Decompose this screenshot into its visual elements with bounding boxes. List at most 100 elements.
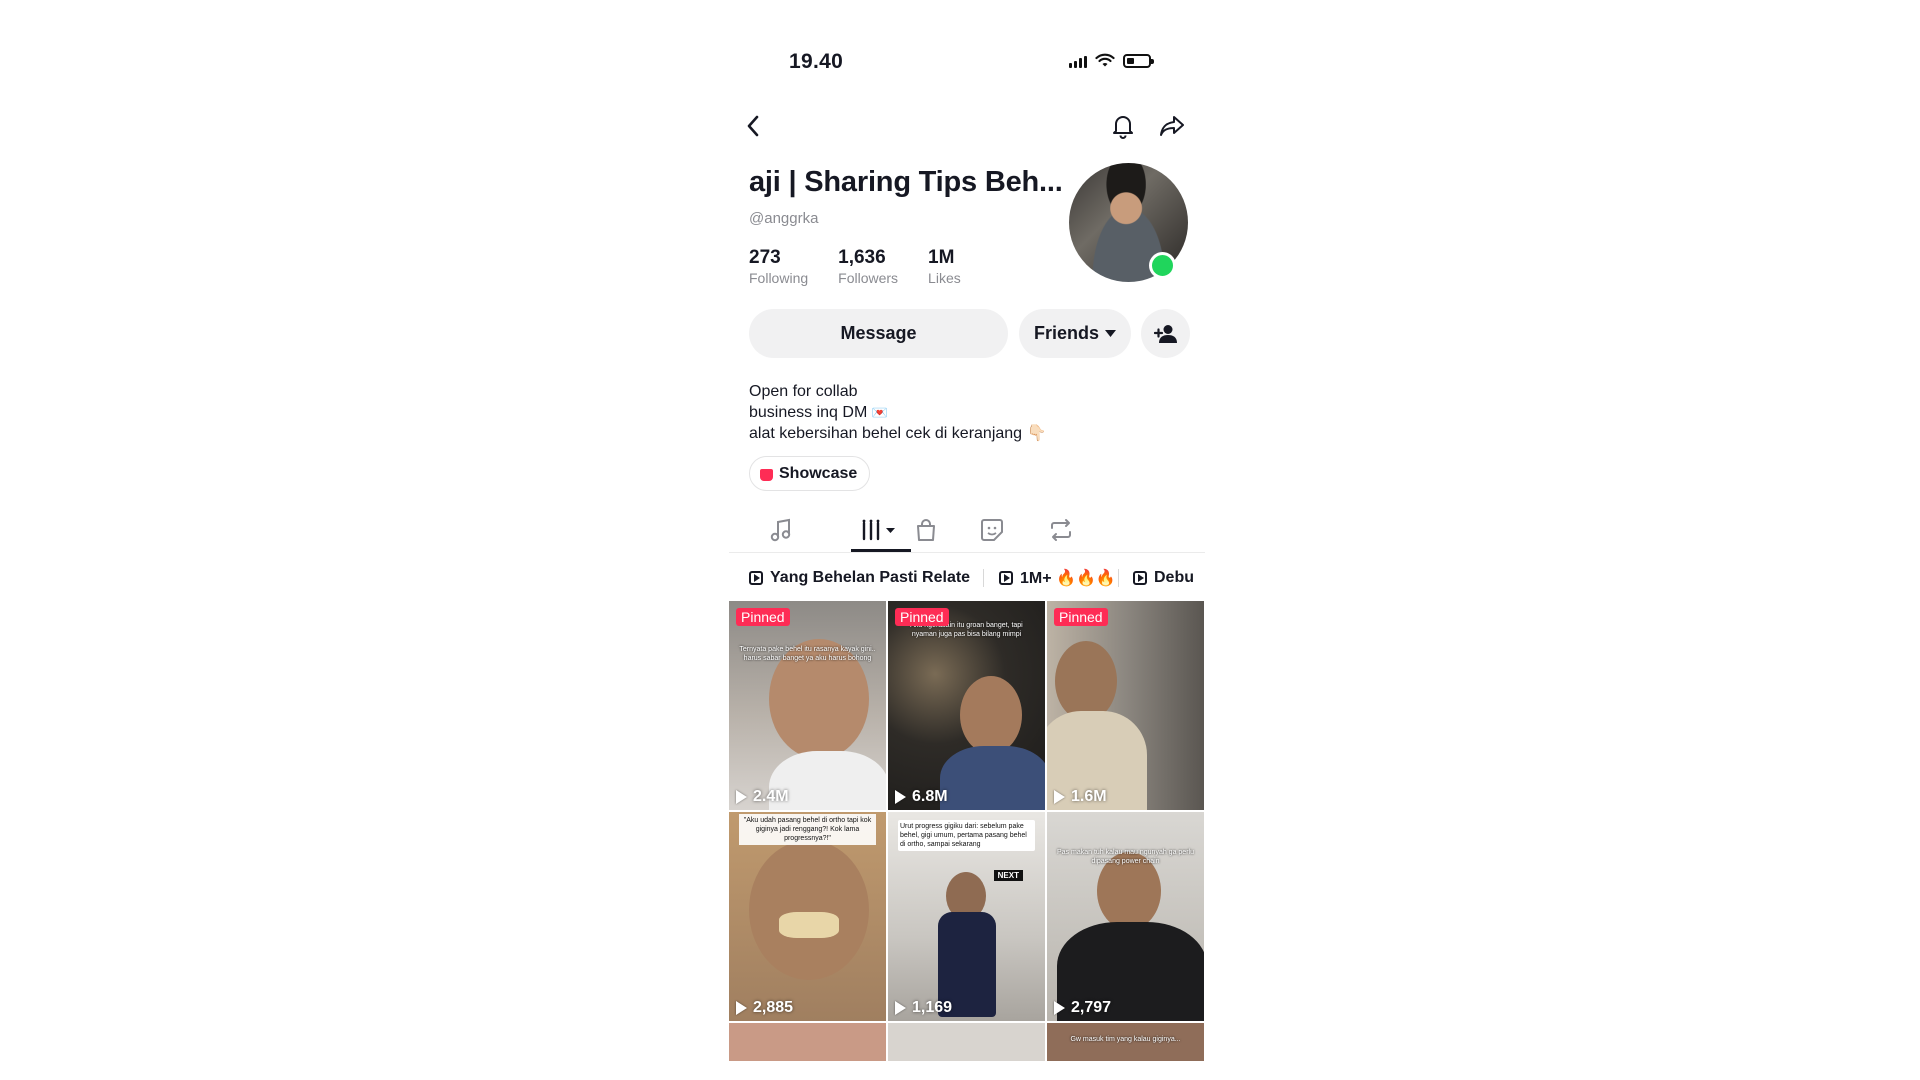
pinned-badge: Pinned (895, 608, 949, 626)
play-icon (1054, 790, 1065, 804)
add-user-icon (1153, 324, 1177, 343)
view-count: 1.6M (1054, 788, 1107, 806)
view-count-value: 2,885 (753, 999, 794, 1016)
tab-music[interactable] (756, 508, 806, 552)
showcase-label: Showcase (779, 464, 858, 482)
playlist-item[interactable]: Debu (1133, 564, 1194, 592)
bio-text: business inq DM (749, 404, 868, 421)
playlist-icon (749, 571, 763, 585)
video-caption: Ternyata pake behel itu rasanya kayak gi… (739, 646, 876, 662)
play-icon (736, 790, 747, 804)
display-name: aji | Sharing Tips Beh... (749, 166, 1063, 198)
message-button[interactable]: Message (749, 309, 1008, 358)
video-thumbnail[interactable]: Gw masuk tim yang kalau giginya... (1047, 1023, 1204, 1061)
playlist-icon (999, 571, 1013, 585)
tab-stickers[interactable] (967, 508, 1017, 552)
video-caption: Gw masuk tim yang kalau giginya... (1070, 1036, 1181, 1043)
stat-label: Likes (928, 270, 961, 286)
pinned-badge: Pinned (1054, 608, 1108, 626)
online-status-dot (1149, 252, 1176, 279)
love-letter-emoji: 💌 (871, 405, 888, 420)
bio-line: business inq DM 💌 (749, 402, 1046, 423)
stat-value: 1,636 (838, 247, 886, 268)
back-button[interactable] (735, 108, 771, 144)
stat-followers[interactable]: 1,636 Followers (838, 247, 898, 287)
playlist-label: 1M+ 🔥🔥🔥 (1020, 570, 1116, 587)
playlist-label: Yang Behelan Pasti Relate (770, 569, 971, 586)
play-icon (736, 1001, 747, 1015)
videos-grid-icon (862, 519, 895, 541)
bell-icon (1113, 116, 1133, 139)
wifi-icon (1095, 53, 1115, 67)
video-thumbnail[interactable]: Pinned 1.6M (1047, 601, 1204, 810)
playlist-item[interactable]: 1M+ 🔥🔥🔥 (999, 564, 1116, 592)
stat-value: 1M (928, 247, 955, 268)
video-thumbnail[interactable]: Urut progress gigiku dari: sebelum pake … (888, 812, 1045, 1021)
video-thumbnail[interactable] (729, 1023, 886, 1061)
video-thumbnail[interactable]: Ternyata pake behel itu rasanya kayak gi… (729, 601, 886, 810)
share-arrow-icon (1160, 116, 1184, 136)
stat-label: Following (749, 270, 809, 286)
view-count: 2,885 (736, 999, 793, 1017)
play-icon (1054, 1001, 1065, 1015)
video-caption: "Aku udah pasang behel di ortho tapi kok… (739, 814, 876, 845)
playlist-icon (1133, 571, 1147, 585)
sticker-icon (981, 519, 1003, 541)
bio: Open for collab business inq DM 💌 alat k… (749, 381, 1046, 444)
tab-videos[interactable] (856, 508, 906, 552)
pinned-badge: Pinned (736, 608, 790, 626)
share-button[interactable] (1154, 108, 1190, 144)
playlist-item[interactable]: Yang Behelan Pasti Relate (749, 564, 970, 592)
video-caption: Urut progress gigiku dari: sebelum pake … (898, 820, 1035, 851)
stat-value: 273 (749, 247, 781, 268)
friends-button[interactable]: Friends (1019, 309, 1131, 358)
bio-line: Open for collab (749, 383, 858, 400)
video-thumbnail[interactable]: Aku ngerasain itu groan banget, tapi nya… (888, 601, 1045, 810)
view-count: 6.8M (895, 788, 948, 806)
username-handle: @anggrka (749, 210, 819, 227)
notifications-button[interactable] (1105, 108, 1141, 144)
signal-icon (1069, 54, 1087, 68)
message-button-label: Message (840, 323, 917, 343)
divider (1118, 569, 1119, 587)
chevron-left-icon (747, 115, 759, 137)
view-count-value: 2.4M (753, 788, 789, 805)
view-count-value: 1.6M (1071, 788, 1107, 805)
view-count-value: 6.8M (912, 788, 948, 805)
playlist-label: Debu (1154, 569, 1194, 586)
repost-icon (1051, 519, 1071, 541)
view-count: 2.4M (736, 788, 789, 806)
view-count-value: 1,169 (912, 999, 953, 1016)
tab-reposts[interactable] (1036, 508, 1086, 552)
battery-icon (1123, 53, 1154, 68)
divider (983, 569, 984, 587)
playlist-strip: Yang Behelan Pasti Relate 1M+ 🔥🔥🔥 Debu (729, 564, 1205, 592)
shopping-bag-icon (917, 519, 935, 541)
music-note-icon (770, 518, 791, 542)
content-tabs (729, 508, 1205, 553)
view-count: 1,169 (895, 999, 952, 1017)
active-tab-indicator (851, 549, 911, 552)
video-caption: Pas makan tuh kalau mau ngunyah ga perlu… (1057, 849, 1194, 865)
stat-label: Followers (838, 270, 899, 286)
video-thumbnail[interactable]: "Aku udah pasang behel di ortho tapi kok… (729, 812, 886, 1021)
status-time: 19.40 (789, 50, 844, 73)
tiktok-profile-screen: 19.40 aji | Sharing Tips Beh... @anggrka (729, 0, 1205, 1080)
caret-down-icon (1105, 330, 1116, 337)
point-down-emoji: 👇🏻 (1026, 425, 1047, 442)
view-count: 2,797 (1054, 999, 1111, 1017)
video-thumbnail[interactable] (888, 1023, 1045, 1061)
friends-button-label: Friends (1033, 323, 1099, 343)
play-icon (895, 790, 906, 804)
view-count-value: 2,797 (1071, 999, 1112, 1016)
profile-stats: 273 Following 1,636 Followers 1M Likes (749, 247, 961, 287)
stat-following[interactable]: 273 Following (749, 247, 808, 287)
play-icon (895, 1001, 906, 1015)
showcase-button[interactable]: Showcase (749, 456, 871, 491)
stat-likes[interactable]: 1M Likes (928, 247, 961, 287)
add-friend-button[interactable] (1141, 309, 1190, 358)
bio-text: alat kebersihan behel cek di keranjang (749, 425, 1023, 442)
tab-shop[interactable] (901, 508, 951, 552)
shop-icon (760, 468, 773, 481)
video-thumbnail[interactable]: Pas makan tuh kalau mau ngunyah ga perlu… (1047, 812, 1204, 1021)
